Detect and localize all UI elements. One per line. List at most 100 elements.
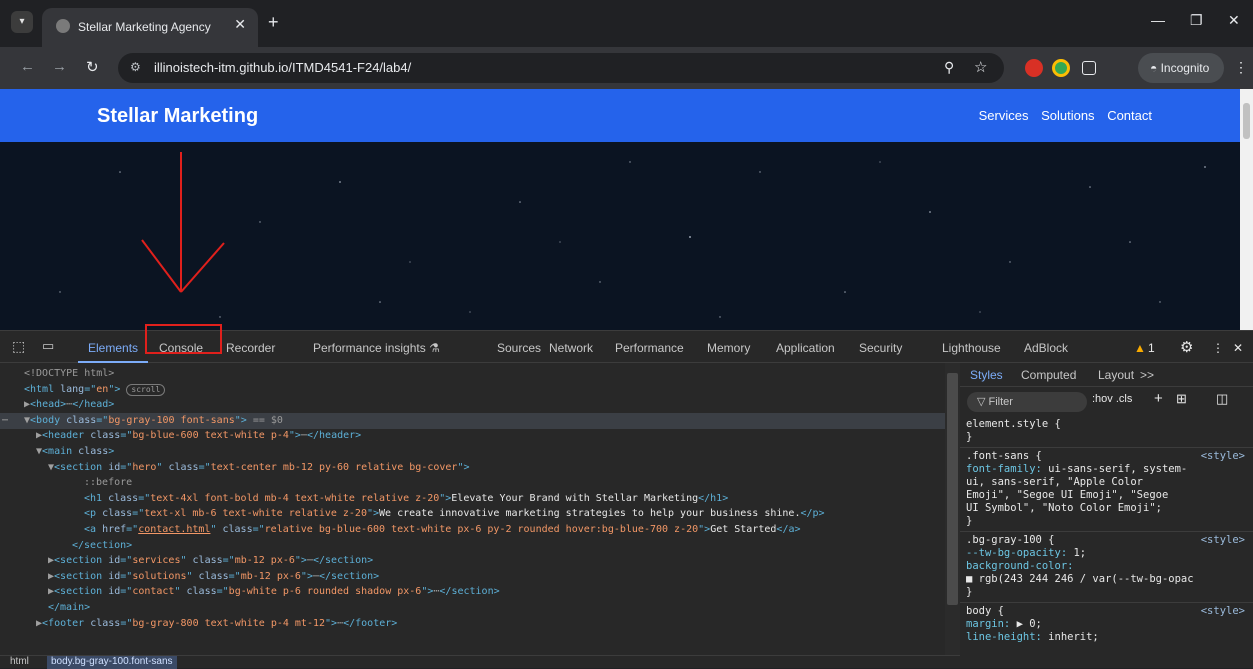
subtab-layout[interactable]: Layout xyxy=(1098,368,1134,382)
styles-filter-input[interactable]: ▽ Filter xyxy=(967,392,1087,412)
rule-source-link[interactable]: <style> xyxy=(1201,450,1245,462)
zoom-icon[interactable]: ⚲ xyxy=(944,59,954,76)
rule-declaration[interactable]: Emoji", "Segoe UI Emoji", "Segoe xyxy=(966,489,1168,501)
tab-performance[interactable]: Performance xyxy=(615,341,684,355)
tab-application[interactable]: Application xyxy=(776,341,835,355)
dom-node-row[interactable]: <!DOCTYPE html> xyxy=(0,366,945,382)
dom-node-row[interactable]: ::before xyxy=(0,475,945,491)
forward-icon[interactable]: → xyxy=(52,58,67,75)
tab-memory[interactable]: Memory xyxy=(707,341,750,355)
window-close-icon[interactable]: ✕ xyxy=(1228,12,1240,29)
site-info-icon[interactable]: ⚙ xyxy=(130,60,141,74)
devtools-menu-icon[interactable]: ⋮ xyxy=(1212,341,1224,355)
dom-token: "> xyxy=(457,461,470,473)
tab-search-chevron-icon[interactable]: ▾ xyxy=(11,11,33,33)
rule-declaration[interactable]: } xyxy=(966,586,972,598)
dom-token: class xyxy=(78,446,109,457)
dom-node-row[interactable]: <h1 class="text-4xl font-bold mb-4 text-… xyxy=(0,491,945,507)
tab-sources[interactable]: Sources xyxy=(497,341,541,355)
tab-adblock[interactable]: AdBlock xyxy=(1024,341,1068,355)
rule-declaration[interactable]: } xyxy=(966,515,972,527)
dom-node-row[interactable]: </section> xyxy=(0,538,945,554)
subtab-computed[interactable]: Computed xyxy=(1021,368,1076,382)
tab-lighthouse[interactable]: Lighthouse xyxy=(942,341,1001,355)
computed-styles-icon[interactable]: ⊞ xyxy=(1176,391,1187,407)
rule-declaration[interactable]: ■ rgb(243 244 246 / var(--tw-bg-opac xyxy=(966,573,1194,585)
rule-declaration[interactable]: --tw-bg-opacity: 1; xyxy=(966,547,1086,559)
site-brand[interactable]: Stellar Marketing xyxy=(97,105,258,128)
rule-selector[interactable]: element.style { xyxy=(966,418,1061,430)
dom-node-row[interactable]: ▶<section id="services" class="mb-12 px-… xyxy=(0,553,945,569)
dom-node-row[interactable]: ⋯ ▼<body class="bg-gray-100 font-sans"> =… xyxy=(0,412,945,429)
back-icon[interactable]: ← xyxy=(20,58,35,75)
breadcrumb-html[interactable]: html xyxy=(10,656,29,668)
hov-cls-toggle[interactable]: :hov .cls xyxy=(1092,393,1132,405)
rule-selector[interactable]: .font-sans { xyxy=(966,450,1042,462)
page-scrollbar[interactable] xyxy=(1240,89,1253,330)
incognito-badge[interactable]: ◓ Incognito xyxy=(1138,53,1224,83)
device-toolbar-icon[interactable]: ▭ xyxy=(42,338,54,354)
sidebar-toggle-icon[interactable]: ◫ xyxy=(1216,391,1228,407)
rule-declaration[interactable]: margin: ▶ 0; xyxy=(966,618,1042,630)
tab-recorder[interactable]: Recorder xyxy=(226,341,275,355)
rule-selector[interactable]: .bg-gray-100 { xyxy=(966,534,1055,546)
minimize-icon[interactable]: — xyxy=(1151,12,1165,28)
extension-icon[interactable] xyxy=(1052,59,1070,77)
restore-icon[interactable]: ❐ xyxy=(1190,12,1203,29)
rule-declaration[interactable]: UI Symbol", "Noto Color Emoji"; xyxy=(966,502,1162,514)
rule-selector[interactable]: body { xyxy=(966,605,1004,617)
new-rule-icon[interactable]: + xyxy=(1154,390,1163,407)
dom-node-row[interactable]: ▶<head>⋯</head> xyxy=(0,397,945,413)
devtools-close-icon[interactable]: ✕ xyxy=(1233,341,1243,355)
rule-declaration[interactable]: line-height: inherit; xyxy=(966,631,1099,643)
dom-token: </main> xyxy=(48,602,91,613)
tab-close-icon[interactable]: ✕ xyxy=(234,16,246,33)
nav-link-contact[interactable]: Contact xyxy=(1107,108,1152,123)
subtab-styles[interactable]: Styles xyxy=(970,368,1003,382)
scroll-badge[interactable]: scroll xyxy=(126,383,166,396)
dom-node-row[interactable]: <a href="contact.html" class="relative b… xyxy=(0,522,945,538)
tab-network[interactable]: Network xyxy=(549,341,593,355)
rule-declaration[interactable]: background-color: xyxy=(966,560,1073,572)
dom-node-row[interactable]: ▶<section id="contact" class="bg-white p… xyxy=(0,584,945,600)
warning-count[interactable]: 1 xyxy=(1148,341,1155,355)
dom-node-row[interactable]: <html lang="en"> scroll xyxy=(0,382,945,398)
address-bar[interactable]: ⚙ illinoistech-itm.github.io/ITMD4541-F2… xyxy=(118,53,1004,83)
browser-menu-icon[interactable]: ⋮ xyxy=(1234,59,1248,76)
dom-node-row[interactable]: </main> xyxy=(0,600,945,616)
dom-node-row[interactable]: ▼<section id="hero" class="text-center m… xyxy=(0,460,945,476)
dom-node-row[interactable]: ▶<footer class="bg-gray-800 text-white p… xyxy=(0,616,945,632)
breadcrumb-body[interactable]: body.bg-gray-100.font-sans xyxy=(47,656,177,669)
page-scrollbar-thumb[interactable] xyxy=(1243,103,1250,139)
tab-performance-insights[interactable]: Performance insights ⚗ xyxy=(313,341,440,355)
new-tab-button[interactable]: + xyxy=(268,12,279,33)
adblock-extension-icon[interactable] xyxy=(1025,59,1043,77)
dom-token: "> xyxy=(300,570,313,582)
dom-node-row[interactable]: ▶<header class="bg-blue-600 text-white p… xyxy=(0,428,945,444)
reload-icon[interactable]: ↻ xyxy=(86,58,99,76)
warning-icon[interactable]: ▲ xyxy=(1134,341,1146,355)
bookmark-star-icon[interactable]: ☆ xyxy=(974,58,987,76)
rule-declaration[interactable]: ui, sans-serif, "Apple Color xyxy=(966,476,1143,488)
rule-source-link[interactable]: <style> xyxy=(1201,605,1245,617)
nav-link-services[interactable]: Services xyxy=(979,108,1029,123)
extensions-puzzle-icon[interactable] xyxy=(1082,61,1096,75)
nav-link-solutions[interactable]: Solutions xyxy=(1041,108,1094,123)
tab-elements[interactable]: Elements xyxy=(88,341,138,355)
dom-node-row[interactable]: ▶<section id="solutions" class="mb-12 px… xyxy=(0,569,945,585)
dom-node-row[interactable]: <p class="text-xl mb-6 text-white relati… xyxy=(0,506,945,522)
settings-gear-icon[interactable]: ⚙ xyxy=(1180,338,1193,356)
browser-tab-active[interactable]: Stellar Marketing Agency ✕ xyxy=(42,8,258,47)
elements-scrollbar[interactable] xyxy=(945,363,960,655)
rule-declaration[interactable]: } xyxy=(966,431,972,443)
rule-source-link[interactable]: <style> xyxy=(1201,534,1245,546)
selected-node-ellipsis-icon[interactable]: ⋯ xyxy=(2,413,8,429)
dom-node-row[interactable]: ▼<main class> xyxy=(0,444,945,460)
inspect-element-icon[interactable]: ⬚ xyxy=(12,338,25,355)
tab-security[interactable]: Security xyxy=(859,341,902,355)
red-arrow-annotation xyxy=(141,152,225,293)
dom-token: <body xyxy=(30,414,67,426)
more-tabs-icon[interactable]: >> xyxy=(1140,368,1154,382)
elements-scrollbar-thumb[interactable] xyxy=(947,373,958,605)
rule-declaration[interactable]: font-family: ui-sans-serif, system- xyxy=(966,463,1187,475)
